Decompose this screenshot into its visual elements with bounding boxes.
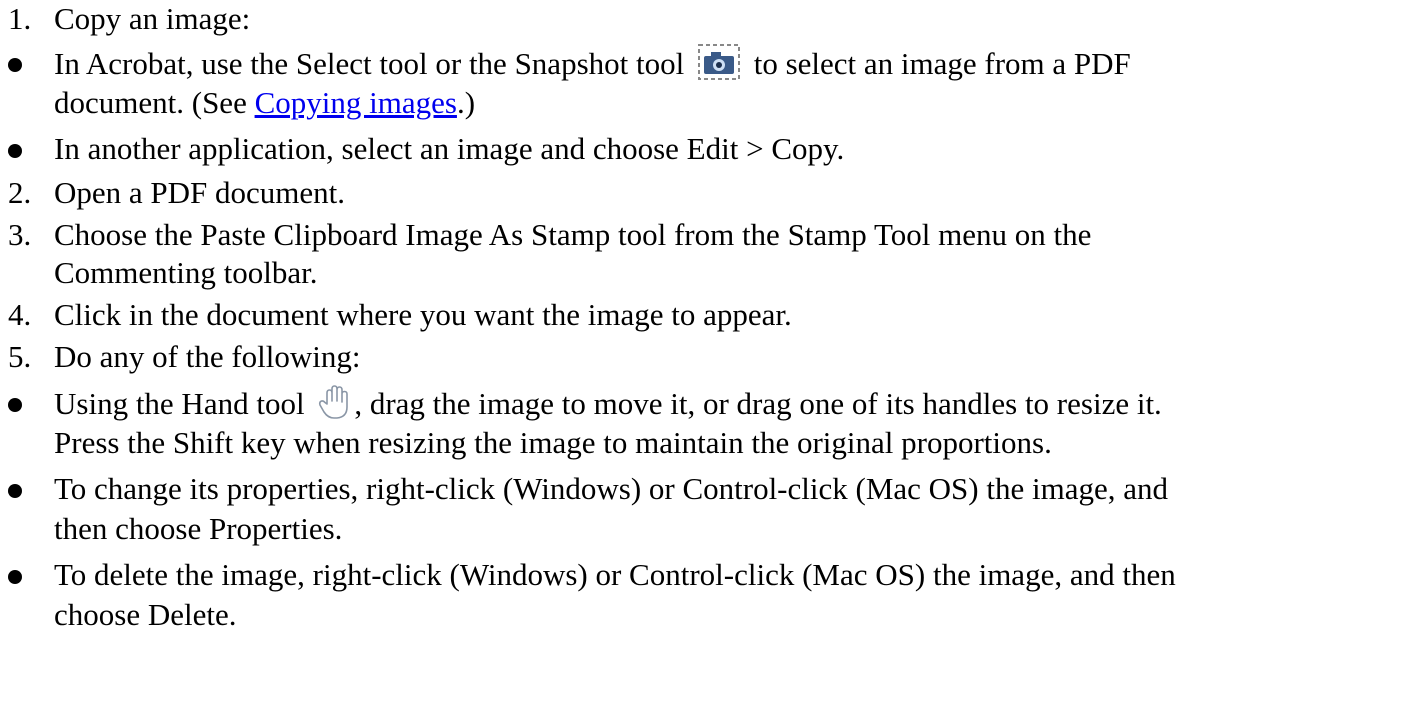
- step-number: 3.: [8, 217, 32, 252]
- step-number: 5.: [8, 339, 32, 374]
- copying-images-link[interactable]: Copying images: [255, 85, 457, 120]
- step-number: 4.: [8, 297, 32, 332]
- step-text: Click in the document where you want the…: [54, 297, 792, 332]
- step-text: Copy an image:: [54, 1, 251, 36]
- bullet-text: In another application, select an image …: [54, 131, 845, 166]
- step-text: Choose the Paste Clipboard Image As Stam…: [54, 217, 1092, 252]
- step-text: Do any of the following:: [54, 339, 361, 374]
- bullet-dot: [8, 398, 22, 412]
- bullet-hand-tool-line2: Press the Shift key when resizing the im…: [54, 425, 1052, 460]
- bullet-text: To delete the image, right-click (Window…: [54, 557, 1176, 592]
- bullet-delete-line2: choose Delete.: [54, 597, 237, 632]
- bullet-dot: [8, 58, 22, 72]
- bullet-properties-line2: then choose Properties.: [54, 511, 343, 546]
- bullet-text: In Acrobat, use the Select tool or the S…: [54, 44, 1131, 89]
- step-number: 2.: [8, 175, 32, 210]
- hand-tool-icon: [318, 384, 352, 429]
- bullet-dot: [8, 484, 22, 498]
- bullet-hand-tool: Using the Hand tool , drag the image to …: [0, 384, 1427, 424]
- bullet-acrobat-copy-line2: document. (See Copying images.): [54, 84, 475, 122]
- step-text: Open a PDF document.: [54, 175, 346, 210]
- bullet-text-after-icon: to select an image from a PDF: [753, 46, 1131, 81]
- bullet-text-before-icon: Using the Hand tool: [54, 386, 305, 421]
- bullet-dot: [8, 570, 22, 584]
- snapshot-camera-icon: [697, 44, 740, 89]
- text-close-paren: .): [456, 85, 476, 120]
- bullet-text-after-icon: , drag the image to move it, or drag one…: [354, 386, 1162, 421]
- step-number: 1.: [8, 1, 32, 36]
- bullet-acrobat-copy: In Acrobat, use the Select tool or the S…: [0, 44, 1427, 84]
- text-see: document. (See: [54, 85, 255, 120]
- bullet-text: To change its properties, right-click (W…: [54, 471, 1168, 506]
- bullet-text-before-icon: In Acrobat, use the Select tool or the S…: [54, 46, 685, 81]
- bullet-dot: [8, 144, 22, 158]
- step-3-line2: Commenting toolbar.: [54, 255, 318, 290]
- bullet-text: Using the Hand tool , drag the image to …: [54, 384, 1162, 429]
